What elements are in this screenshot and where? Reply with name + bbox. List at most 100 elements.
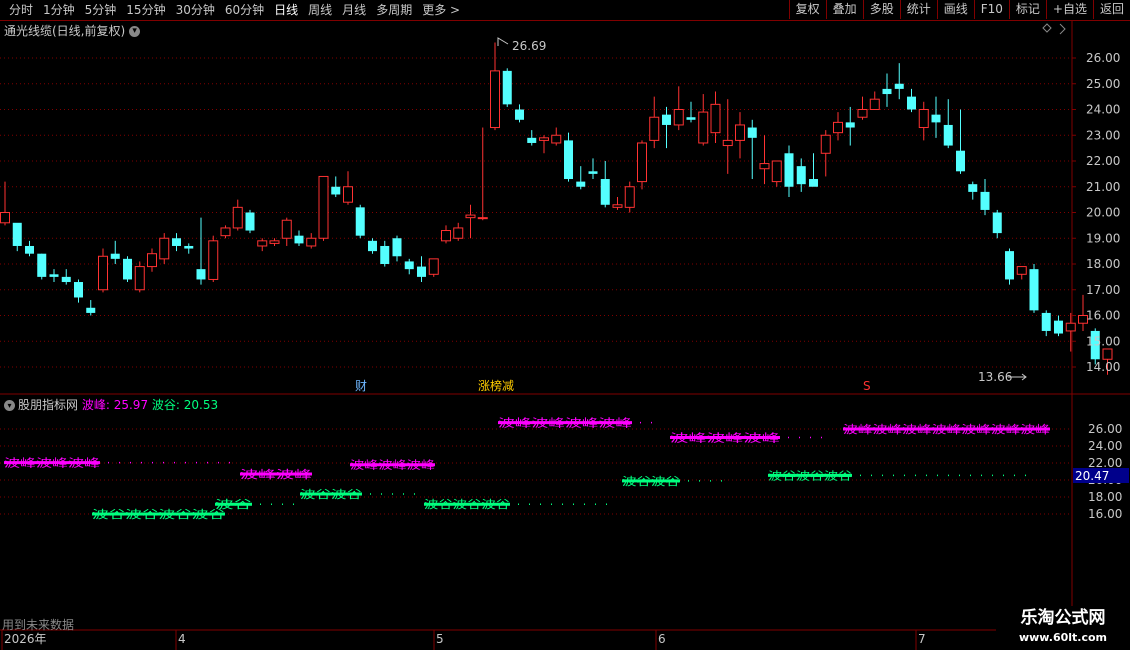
candle-body xyxy=(12,222,22,246)
candle-body xyxy=(1041,312,1051,331)
candle-body xyxy=(220,227,231,237)
candle xyxy=(318,175,329,241)
date-label: 2026年 xyxy=(4,632,47,646)
candle xyxy=(306,233,317,249)
stock-title: 通光线缆(日线,前复权) xyxy=(4,24,126,38)
candle xyxy=(110,240,120,264)
event-markers: 26.69 13.66 财 涨榜减 S xyxy=(355,23,1066,393)
candle xyxy=(686,101,696,123)
candle xyxy=(809,153,818,187)
price-tick-label: 19.00 xyxy=(1086,231,1120,245)
candle-body xyxy=(956,150,965,172)
candle xyxy=(1016,266,1027,280)
candle-body xyxy=(318,175,329,239)
candle-body xyxy=(624,186,635,208)
candle-body xyxy=(515,109,524,120)
trough-segment: 波谷波谷 xyxy=(300,488,415,501)
candle-body xyxy=(820,134,831,154)
candle xyxy=(820,130,831,177)
candle-body xyxy=(368,240,377,252)
candle-body xyxy=(673,109,684,126)
date-label: 5 xyxy=(436,632,444,646)
candle xyxy=(980,179,990,216)
candle xyxy=(735,112,745,159)
candle-body xyxy=(281,219,292,239)
candle-body xyxy=(257,240,268,247)
indicator-tick-label: 22.00 xyxy=(1088,456,1122,470)
high-arrow-icon xyxy=(497,37,509,46)
candle xyxy=(281,217,292,246)
low-price-label: 13.66 xyxy=(978,370,1012,384)
candle xyxy=(956,109,965,174)
candle-body xyxy=(1054,320,1063,334)
peak-segment: 波峰波峰波峰波峰波峰波峰波峰 xyxy=(843,423,1050,436)
chevron-right-icon xyxy=(1059,23,1066,35)
trough-segment: 波谷波谷波谷波谷 xyxy=(92,508,225,521)
candle xyxy=(355,204,365,239)
candle-body xyxy=(576,181,586,187)
candle-body xyxy=(857,109,868,118)
candle-body xyxy=(343,186,353,203)
trough-segment: 波谷波谷 xyxy=(622,475,730,488)
candle-body xyxy=(809,179,818,187)
candle-body xyxy=(600,179,610,205)
candle-body xyxy=(845,122,855,128)
peak-label: 波峰: xyxy=(81,398,110,412)
candle xyxy=(184,243,194,254)
candle-body xyxy=(245,212,255,231)
trough-segment-label: 波谷波谷波谷 xyxy=(424,498,510,511)
indicator-name: 股朋指标网 xyxy=(18,398,79,412)
price-tick-label: 21.00 xyxy=(1086,180,1120,194)
high-price-label: 26.69 xyxy=(512,39,546,53)
candle xyxy=(1041,310,1051,337)
candle xyxy=(649,96,660,149)
candle xyxy=(845,106,855,146)
candle-body xyxy=(882,88,892,95)
chevron-down-icon[interactable]: ▾ xyxy=(129,26,141,37)
candle xyxy=(564,132,573,182)
trough-segment: 波谷 xyxy=(215,498,295,511)
price-tick-label: 20.00 xyxy=(1086,206,1120,220)
candle xyxy=(441,225,451,244)
candle-body xyxy=(918,109,929,129)
candle-body xyxy=(980,191,990,210)
trough-segment-label: 波谷波谷 xyxy=(622,475,680,488)
candle-body xyxy=(539,137,549,141)
finance-marker: 财 xyxy=(355,379,367,393)
peak-segment: 波峰波峰 xyxy=(240,468,312,481)
candle xyxy=(869,91,880,110)
candle xyxy=(147,248,157,272)
chart-title[interactable]: 通光线缆(日线,前复权) ▾ xyxy=(4,22,141,39)
candle xyxy=(662,106,671,149)
candle-body xyxy=(208,240,219,280)
candle-body xyxy=(759,163,770,170)
candle-body xyxy=(1005,251,1014,280)
future-data-note: 用到未来数据 xyxy=(2,618,75,632)
candle xyxy=(747,119,757,180)
candle-body xyxy=(1065,322,1076,332)
candle-body xyxy=(269,240,280,244)
candle-body xyxy=(331,186,341,195)
candle-body xyxy=(527,137,537,143)
candle xyxy=(220,225,231,239)
candle xyxy=(1029,264,1039,313)
candle-body xyxy=(588,171,598,174)
candle xyxy=(417,256,426,283)
candle-body xyxy=(796,166,806,185)
candle-body xyxy=(306,237,317,247)
candle xyxy=(159,233,170,264)
candle xyxy=(428,258,439,277)
candle-body xyxy=(1016,266,1027,275)
candle xyxy=(722,99,733,174)
indicator-title[interactable]: ▾ 股朋指标网 波峰: 25.97 波谷: 20.53 xyxy=(4,396,218,413)
kline-chart[interactable]: 波峰波峰波峰波峰波峰波峰波峰波峰波峰波峰波峰波峰波峰波峰波峰波峰波峰波峰波峰波峰… xyxy=(0,0,1130,650)
candle xyxy=(269,238,280,246)
price-tick-label: 17.00 xyxy=(1086,283,1120,297)
trough-segment-label: 波谷 xyxy=(215,498,252,511)
candle xyxy=(0,181,10,226)
settings-circle-icon[interactable]: ▾ xyxy=(4,400,15,411)
candle xyxy=(857,96,868,120)
candle-body xyxy=(735,124,745,141)
candle xyxy=(392,235,402,262)
indicator-tick-label: 16.00 xyxy=(1088,507,1122,521)
